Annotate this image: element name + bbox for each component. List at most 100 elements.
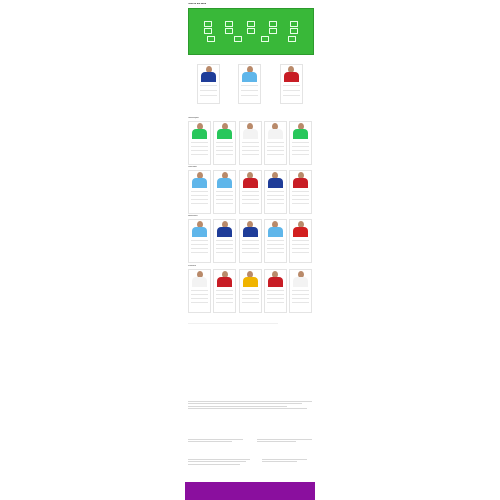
card-divider: [292, 191, 309, 192]
midfielders-grid: [188, 219, 312, 263]
player-card[interactable]: [188, 121, 211, 165]
pitch-shirt: [246, 28, 255, 34]
card-divider: [216, 150, 234, 151]
player-card[interactable]: [289, 121, 312, 165]
player-card[interactable]: [238, 121, 262, 165]
card-divider: [292, 195, 309, 196]
card-divider: [191, 252, 208, 253]
card-divider: [216, 203, 234, 204]
text-line: [188, 463, 241, 465]
player-kit: [242, 227, 258, 237]
player-card[interactable]: [238, 219, 262, 263]
pitch-shirt: [203, 28, 212, 34]
player-kit: [192, 129, 207, 139]
player-kit: [267, 227, 283, 237]
pitch-shirt: [287, 36, 296, 42]
card-divider: [241, 203, 259, 204]
card-divider: [191, 248, 208, 249]
card-divider: [266, 248, 284, 249]
card-divider: [266, 290, 284, 291]
card-divider: [191, 199, 208, 200]
card-divider: [241, 248, 259, 249]
card-divider: [216, 240, 234, 241]
card-divider: [266, 302, 284, 303]
player-card[interactable]: [238, 64, 262, 104]
card-divider: [241, 146, 259, 147]
player-card[interactable]: [263, 269, 287, 313]
player-kit: [242, 178, 258, 188]
player-card[interactable]: [263, 219, 287, 263]
pitch-shirt: [290, 21, 299, 27]
player-kit: [283, 72, 299, 82]
card-divider: [292, 203, 309, 204]
text-line: [257, 441, 296, 443]
goalkeepers-grid: [188, 121, 312, 165]
card-divider: [216, 302, 234, 303]
card-divider: [216, 154, 234, 155]
player-card[interactable]: [289, 170, 312, 214]
card-divider: [241, 150, 259, 151]
text-line: [188, 405, 288, 407]
pitch-row-2: [197, 28, 305, 34]
player-kit: [293, 129, 308, 139]
card-divider: [191, 154, 208, 155]
player-kit: [201, 72, 217, 82]
subtext-row: [188, 438, 312, 444]
card-divider: [241, 294, 259, 295]
player-card[interactable]: [238, 170, 262, 214]
pitch-shirt: [260, 36, 269, 42]
player-card[interactable]: [188, 269, 211, 313]
player-card[interactable]: [213, 269, 237, 313]
player-photo: [242, 172, 258, 188]
card-divider: [200, 90, 218, 91]
player-card[interactable]: [289, 219, 312, 263]
player-photo: [293, 271, 308, 287]
player-card[interactable]: [289, 269, 312, 313]
card-divider: [216, 252, 234, 253]
player-card[interactable]: [197, 64, 221, 104]
player-kit: [217, 277, 233, 287]
player-card[interactable]: [263, 121, 287, 165]
pitch-shirt: [225, 28, 234, 34]
pitch-shirt: [268, 21, 277, 27]
player-photo: [293, 221, 308, 237]
card-divider: [191, 146, 208, 147]
card-divider: [191, 290, 208, 291]
text-line: [262, 459, 307, 461]
card-divider: [241, 244, 259, 245]
text-line: [262, 461, 297, 463]
card-divider: [241, 240, 259, 241]
player-card[interactable]: [263, 170, 287, 214]
card-divider: [266, 195, 284, 196]
card-divider: [200, 95, 218, 96]
player-kit: [217, 227, 233, 237]
player-card[interactable]: [213, 121, 237, 165]
player-photo: [283, 66, 299, 82]
top-players-grid: [188, 64, 312, 104]
card-divider: [216, 199, 234, 200]
player-card[interactable]: [188, 219, 211, 263]
player-kit: [293, 178, 308, 188]
pitch-row-1: [197, 21, 305, 27]
card-divider: [241, 85, 259, 86]
forwards-grid: [188, 269, 312, 313]
card-divider: [191, 244, 208, 245]
card-divider: [282, 90, 300, 91]
card-divider: [216, 298, 234, 299]
card-divider: [292, 298, 309, 299]
player-card[interactable]: [213, 170, 237, 214]
player-photo: [242, 66, 258, 82]
text-line: [188, 403, 303, 405]
pitch-shirt: [246, 21, 255, 27]
player-photo: [192, 271, 207, 287]
player-kit: [192, 178, 207, 188]
player-card[interactable]: [188, 170, 211, 214]
player-card[interactable]: [238, 269, 262, 313]
player-kit: [267, 277, 283, 287]
player-card[interactable]: [213, 219, 237, 263]
card-divider: [292, 154, 309, 155]
card-divider: [266, 294, 284, 295]
player-photo: [242, 271, 258, 287]
player-card[interactable]: [279, 64, 303, 104]
subtext-b-block: [257, 438, 312, 444]
